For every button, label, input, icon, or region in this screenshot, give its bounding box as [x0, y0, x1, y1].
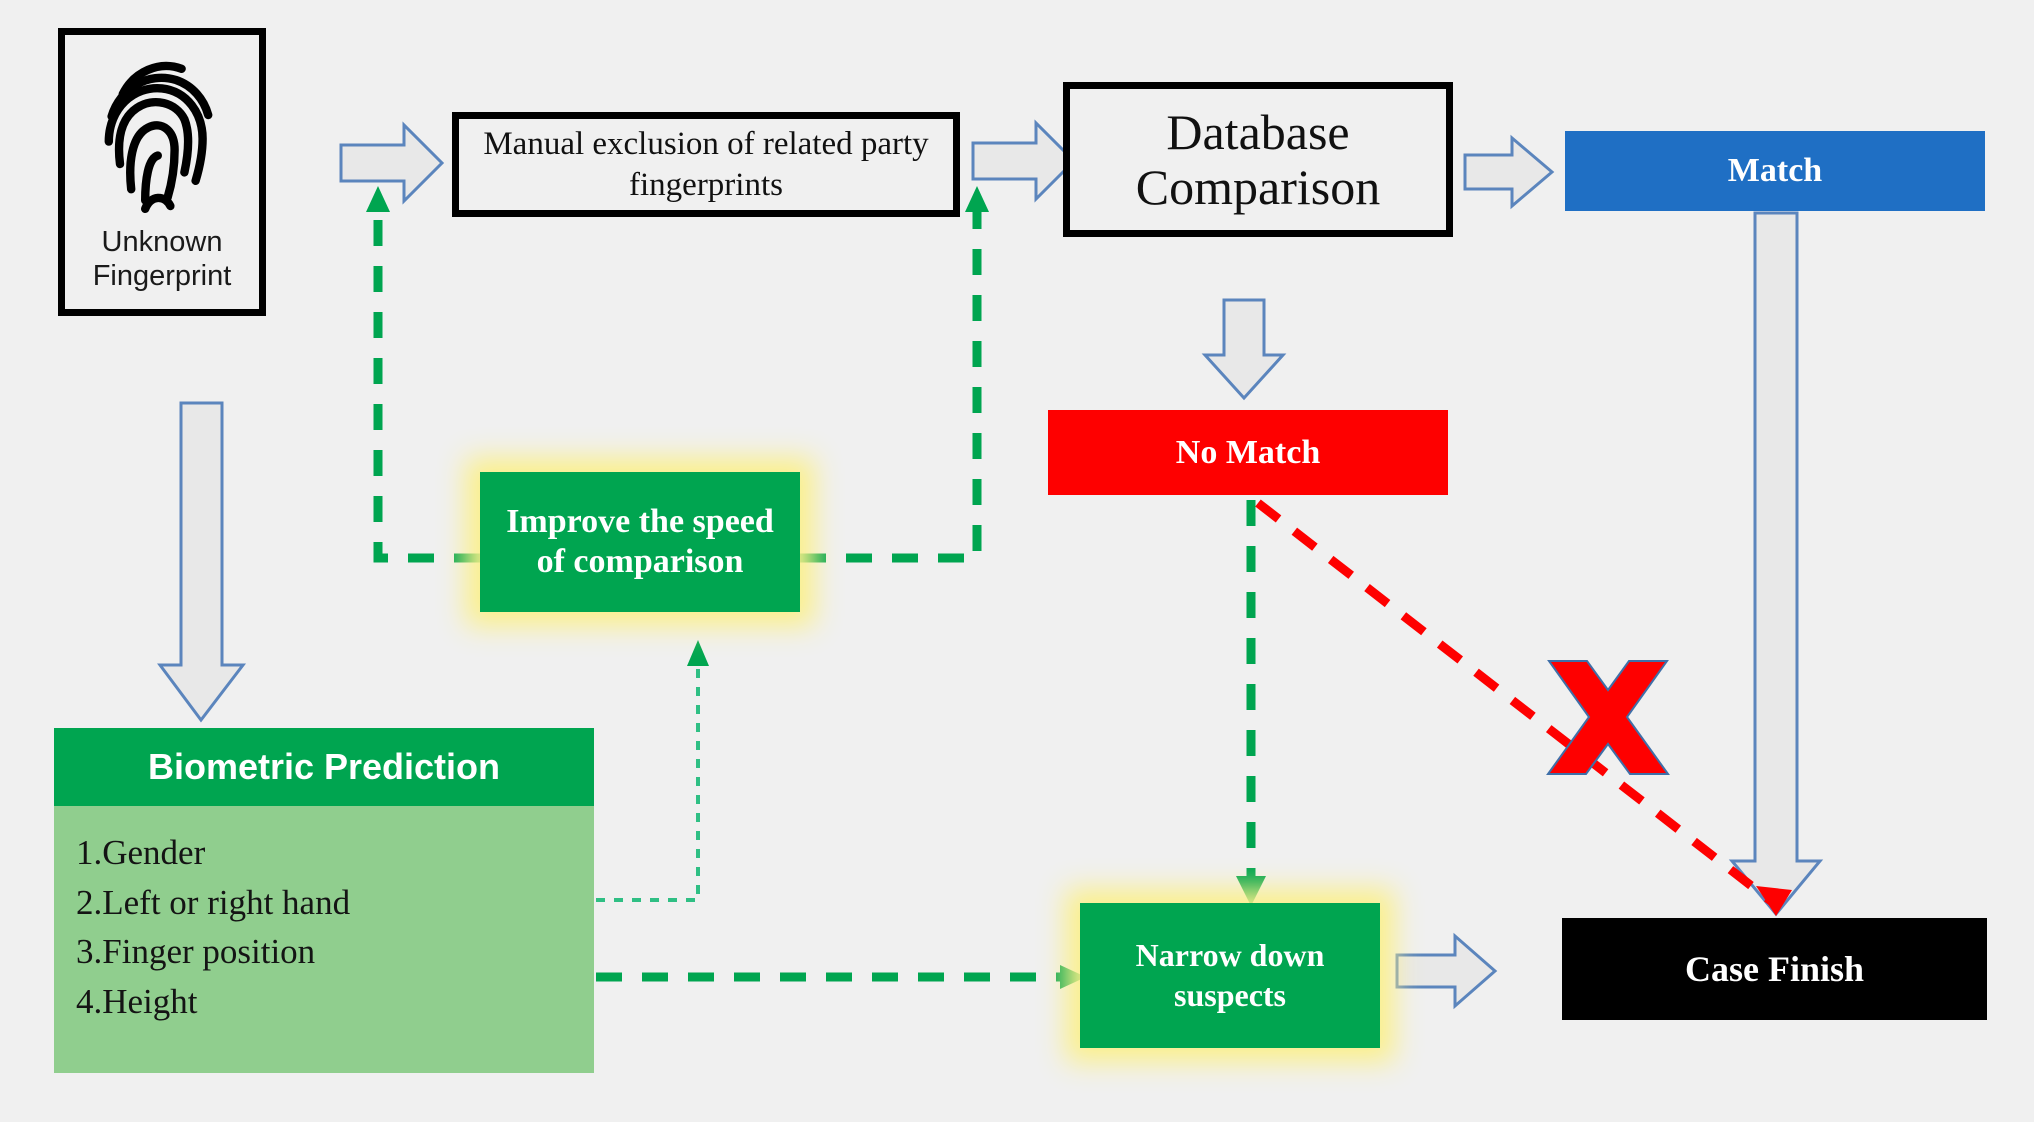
node-manual-exclusion-label: Manual exclusion of related party finger… — [483, 126, 929, 203]
list-item: 2.Left or right hand — [76, 882, 351, 922]
arrow-unknown-to-manual-exclusion — [339, 121, 445, 205]
arrow-manual-exclusion-to-database — [971, 119, 1077, 203]
line-no-match-to-case-finish-blocked — [1255, 499, 1779, 909]
node-unknown-fingerprint[interactable]: Unknown Fingerprint — [58, 28, 266, 316]
biometric-prediction-header-label: Biometric Prediction — [147, 746, 501, 787]
flowchart-canvas: Unknown Fingerprint Manual exclusion of … — [0, 0, 2034, 1122]
arrow-unknown-to-biometric — [157, 401, 247, 723]
list-item: 3.Finger position — [76, 932, 316, 972]
node-improve-speed[interactable]: Improve the speed of comparison — [480, 472, 800, 612]
node-narrow-down-line2: suspects — [1173, 976, 1286, 1013]
node-match-label: Match — [1727, 152, 1823, 189]
arrow-database-to-match — [1463, 134, 1555, 210]
node-no-match-label: No Match — [1175, 433, 1321, 471]
list-item: 1.Gender — [76, 833, 206, 872]
line-improve-speed-to-database — [800, 205, 982, 563]
line-improve-speed-to-manual-exclusion — [373, 205, 480, 563]
fingerprint-icon — [104, 61, 213, 213]
biometric-prediction-header: Biometric Prediction — [54, 728, 594, 806]
red-arrowhead — [1756, 886, 1792, 916]
arrow-database-to-no-match — [1201, 298, 1287, 401]
arrow-match-to-case-finish — [1728, 211, 1824, 917]
unknown-fingerprint-line2: Fingerprint — [92, 260, 232, 293]
node-improve-speed-line1: Improve the speed — [506, 502, 774, 540]
x-cross-icon — [1546, 660, 1670, 775]
node-case-finish-label: Case Finish — [1684, 949, 1865, 989]
node-manual-exclusion[interactable]: Manual exclusion of related party finger… — [452, 112, 960, 217]
node-improve-speed-line2: of comparison — [536, 543, 744, 580]
green-dotted-arrowhead — [687, 640, 709, 666]
node-no-match[interactable]: No Match — [1048, 410, 1448, 495]
node-database-comparison[interactable]: Database Comparison — [1063, 82, 1453, 237]
node-narrow-down-line1: Narrow down — [1135, 937, 1325, 974]
list-item: 4.Height — [76, 982, 198, 1022]
unknown-fingerprint-line1: Unknown — [101, 226, 223, 258]
node-narrow-down-suspects[interactable]: Narrow down suspects — [1080, 903, 1380, 1048]
node-unknown-fingerprint-label: Unknown Fingerprint — [93, 225, 232, 293]
node-match[interactable]: Match — [1565, 131, 1985, 211]
arrow-narrow-down-to-case-finish — [1395, 932, 1498, 1010]
line-biometric-to-improve-speed — [596, 660, 700, 902]
node-case-finish[interactable]: Case Finish — [1562, 918, 1987, 1020]
node-biometric-prediction[interactable]: Biometric Prediction 1.Gender 2.Left or … — [54, 728, 594, 1073]
node-database-comparison-line1: Database — [1166, 103, 1350, 160]
node-database-comparison-line2: Comparison — [1135, 158, 1381, 215]
biometric-prediction-list: 1.Gender 2.Left or right hand 3.Finger p… — [54, 806, 594, 1073]
